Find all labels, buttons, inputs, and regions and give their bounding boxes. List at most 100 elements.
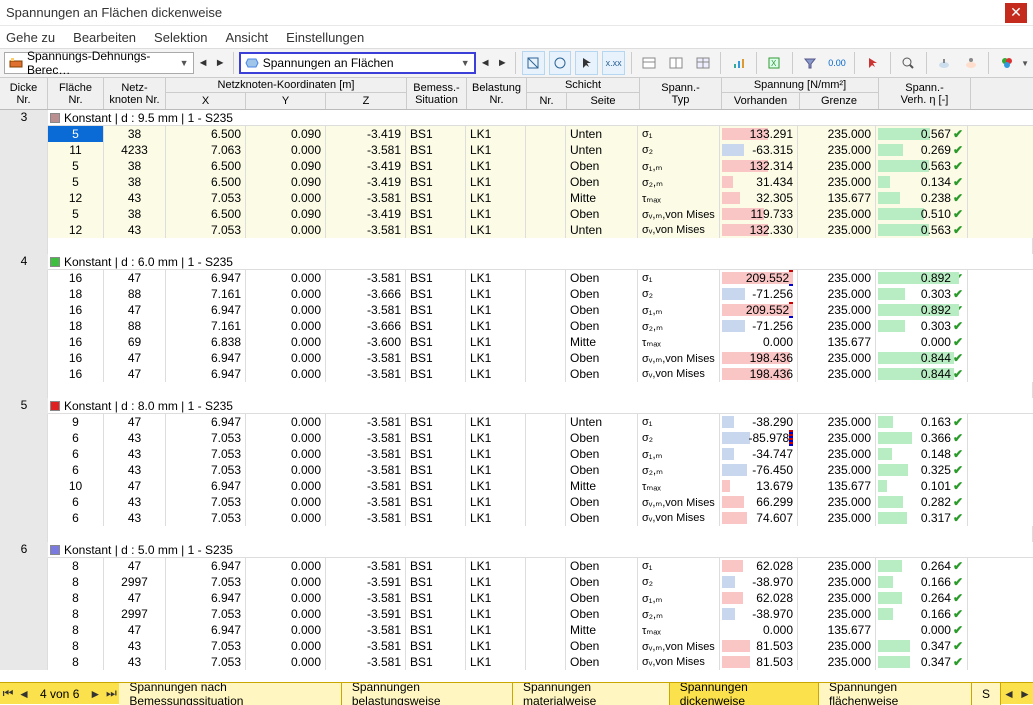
typ-cell[interactable]: τₘₐₓ xyxy=(638,334,720,350)
table3-icon[interactable] xyxy=(692,51,715,75)
vorhanden-cell[interactable]: 209.552 xyxy=(720,302,798,318)
group-header[interactable]: Konstant | d : 6.0 mm | 1 - S235 xyxy=(48,254,1033,270)
grenze-cell[interactable]: 135.677 xyxy=(798,478,876,494)
grenze-cell[interactable]: 235.000 xyxy=(798,446,876,462)
seite-cell[interactable]: Unten xyxy=(566,414,638,430)
typ-cell[interactable]: σ₁,ₘ xyxy=(638,590,720,606)
flaeche-cell[interactable]: 5 xyxy=(48,206,104,222)
flaeche-cell[interactable]: 6 xyxy=(48,494,104,510)
grenze-cell[interactable]: 235.000 xyxy=(798,142,876,158)
flaeche-cell[interactable]: 8 xyxy=(48,574,104,590)
col-belastung[interactable]: BelastungNr. xyxy=(467,78,527,109)
typ-cell[interactable]: σᵥ,von Mises xyxy=(638,366,720,382)
bs-cell[interactable]: BS1 xyxy=(406,478,466,494)
bs-cell[interactable]: BS1 xyxy=(406,158,466,174)
col-netzknoten[interactable]: Netz-knoten Nr. xyxy=(104,78,166,109)
netzknoten-cell[interactable]: 2997 xyxy=(104,606,166,622)
flaeche-cell[interactable]: 8 xyxy=(48,622,104,638)
y-cell[interactable]: 0.000 xyxy=(246,414,326,430)
flaeche-cell[interactable]: 8 xyxy=(48,638,104,654)
bl-cell[interactable]: LK1 xyxy=(466,414,526,430)
verhaeltnis-cell[interactable]: 0.510 ✔ xyxy=(876,206,968,222)
dicke-cell[interactable]: 5 xyxy=(0,398,48,414)
vorhanden-cell[interactable]: -63.315 xyxy=(720,142,798,158)
col-vorhanden[interactable]: Vorhanden xyxy=(722,93,800,109)
flaeche-cell[interactable]: 6 xyxy=(48,446,104,462)
grenze-cell[interactable]: 135.677 xyxy=(798,190,876,206)
verhaeltnis-cell[interactable]: 0.163 ✔ xyxy=(876,414,968,430)
vorhanden-cell[interactable]: -71.256 xyxy=(720,286,798,302)
vorhanden-cell[interactable]: 0.000 xyxy=(720,622,798,638)
col-spannverh[interactable]: Spann.-Verh. η [-] xyxy=(879,78,971,109)
netzknoten-cell[interactable]: 47 xyxy=(104,270,166,286)
seite-cell[interactable]: Oben xyxy=(566,430,638,446)
y-cell[interactable]: 0.000 xyxy=(246,334,326,350)
y-cell[interactable]: 0.000 xyxy=(246,478,326,494)
x-cell[interactable]: 6.947 xyxy=(166,414,246,430)
bs-cell[interactable]: BS1 xyxy=(406,302,466,318)
y-cell[interactable]: 0.000 xyxy=(246,654,326,670)
z-cell[interactable]: -3.581 xyxy=(326,190,406,206)
schichtnr-cell[interactable] xyxy=(526,414,566,430)
vorhanden-cell[interactable]: 62.028 xyxy=(720,558,798,574)
bs-cell[interactable]: BS1 xyxy=(406,430,466,446)
colors-icon[interactable] xyxy=(995,51,1018,75)
settings1-icon[interactable] xyxy=(933,51,956,75)
grenze-cell[interactable]: 235.000 xyxy=(798,350,876,366)
y-cell[interactable]: 0.000 xyxy=(246,366,326,382)
netzknoten-cell[interactable]: 43 xyxy=(104,494,166,510)
schichtnr-cell[interactable] xyxy=(526,638,566,654)
typ-cell[interactable]: σ₁,ₘ xyxy=(638,158,720,174)
x-cell[interactable]: 7.063 xyxy=(166,142,246,158)
bl-cell[interactable]: LK1 xyxy=(466,222,526,238)
x-cell[interactable]: 6.947 xyxy=(166,350,246,366)
y-cell[interactable]: 0.000 xyxy=(246,510,326,526)
bl-cell[interactable]: LK1 xyxy=(466,478,526,494)
menu-bearbeiten[interactable]: Bearbeiten xyxy=(73,30,136,45)
vorhanden-cell[interactable]: -71.256 xyxy=(720,318,798,334)
bs-cell[interactable]: BS1 xyxy=(406,558,466,574)
x-cell[interactable]: 6.500 xyxy=(166,158,246,174)
typ-cell[interactable]: σᵥ,ₘ,von Mises xyxy=(638,638,720,654)
schichtnr-cell[interactable] xyxy=(526,590,566,606)
footer-tab[interactable]: S xyxy=(972,683,1001,705)
bl-cell[interactable]: LK1 xyxy=(466,590,526,606)
bs-cell[interactable]: BS1 xyxy=(406,126,466,142)
seite-cell[interactable]: Unten xyxy=(566,222,638,238)
verhaeltnis-cell[interactable]: 0.166 ✔ xyxy=(876,606,968,622)
verhaeltnis-cell[interactable]: 0.325 ✔ xyxy=(876,462,968,478)
chevron-down-icon[interactable]: ▼ xyxy=(1021,59,1029,68)
next-view[interactable]: ► xyxy=(495,52,510,74)
schichtnr-cell[interactable] xyxy=(526,174,566,190)
verhaeltnis-cell[interactable]: 0.303 ✔ xyxy=(876,286,968,302)
group-header[interactable]: Konstant | d : 5.0 mm | 1 - S235 xyxy=(48,542,1033,558)
y-cell[interactable]: 0.000 xyxy=(246,462,326,478)
bl-cell[interactable]: LK1 xyxy=(466,462,526,478)
schichtnr-cell[interactable] xyxy=(526,334,566,350)
x-cell[interactable]: 7.053 xyxy=(166,222,246,238)
schichtnr-cell[interactable] xyxy=(526,270,566,286)
netzknoten-cell[interactable]: 69 xyxy=(104,334,166,350)
seite-cell[interactable]: Oben xyxy=(566,366,638,382)
module-dropdown[interactable]: Spannungs-Dehnungs-Berec… ▼ xyxy=(4,52,194,74)
group-header[interactable]: Konstant | d : 8.0 mm | 1 - S235 xyxy=(48,398,1033,414)
typ-cell[interactable]: σᵥ,ₘ,von Mises xyxy=(638,350,720,366)
typ-cell[interactable]: σ₂ xyxy=(638,286,720,302)
bs-cell[interactable]: BS1 xyxy=(406,190,466,206)
flaeche-cell[interactable]: 16 xyxy=(48,350,104,366)
bs-cell[interactable]: BS1 xyxy=(406,174,466,190)
seite-cell[interactable]: Unten xyxy=(566,126,638,142)
typ-cell[interactable]: σᵥ,von Mises xyxy=(638,222,720,238)
bs-cell[interactable]: BS1 xyxy=(406,622,466,638)
last-page[interactable]: ⏭ xyxy=(103,686,119,701)
schichtnr-cell[interactable] xyxy=(526,494,566,510)
x-cell[interactable]: 7.053 xyxy=(166,446,246,462)
typ-cell[interactable]: σ₂,ₘ xyxy=(638,606,720,622)
grenze-cell[interactable]: 235.000 xyxy=(798,510,876,526)
x-cell[interactable]: 6.500 xyxy=(166,126,246,142)
footer-tab[interactable]: Spannungen dickenweise xyxy=(670,683,819,705)
seite-cell[interactable]: Oben xyxy=(566,318,638,334)
verhaeltnis-cell[interactable]: 0.000 ✔ xyxy=(876,334,968,350)
verhaeltnis-cell[interactable]: 0.134 ✔ xyxy=(876,174,968,190)
schichtnr-cell[interactable] xyxy=(526,318,566,334)
